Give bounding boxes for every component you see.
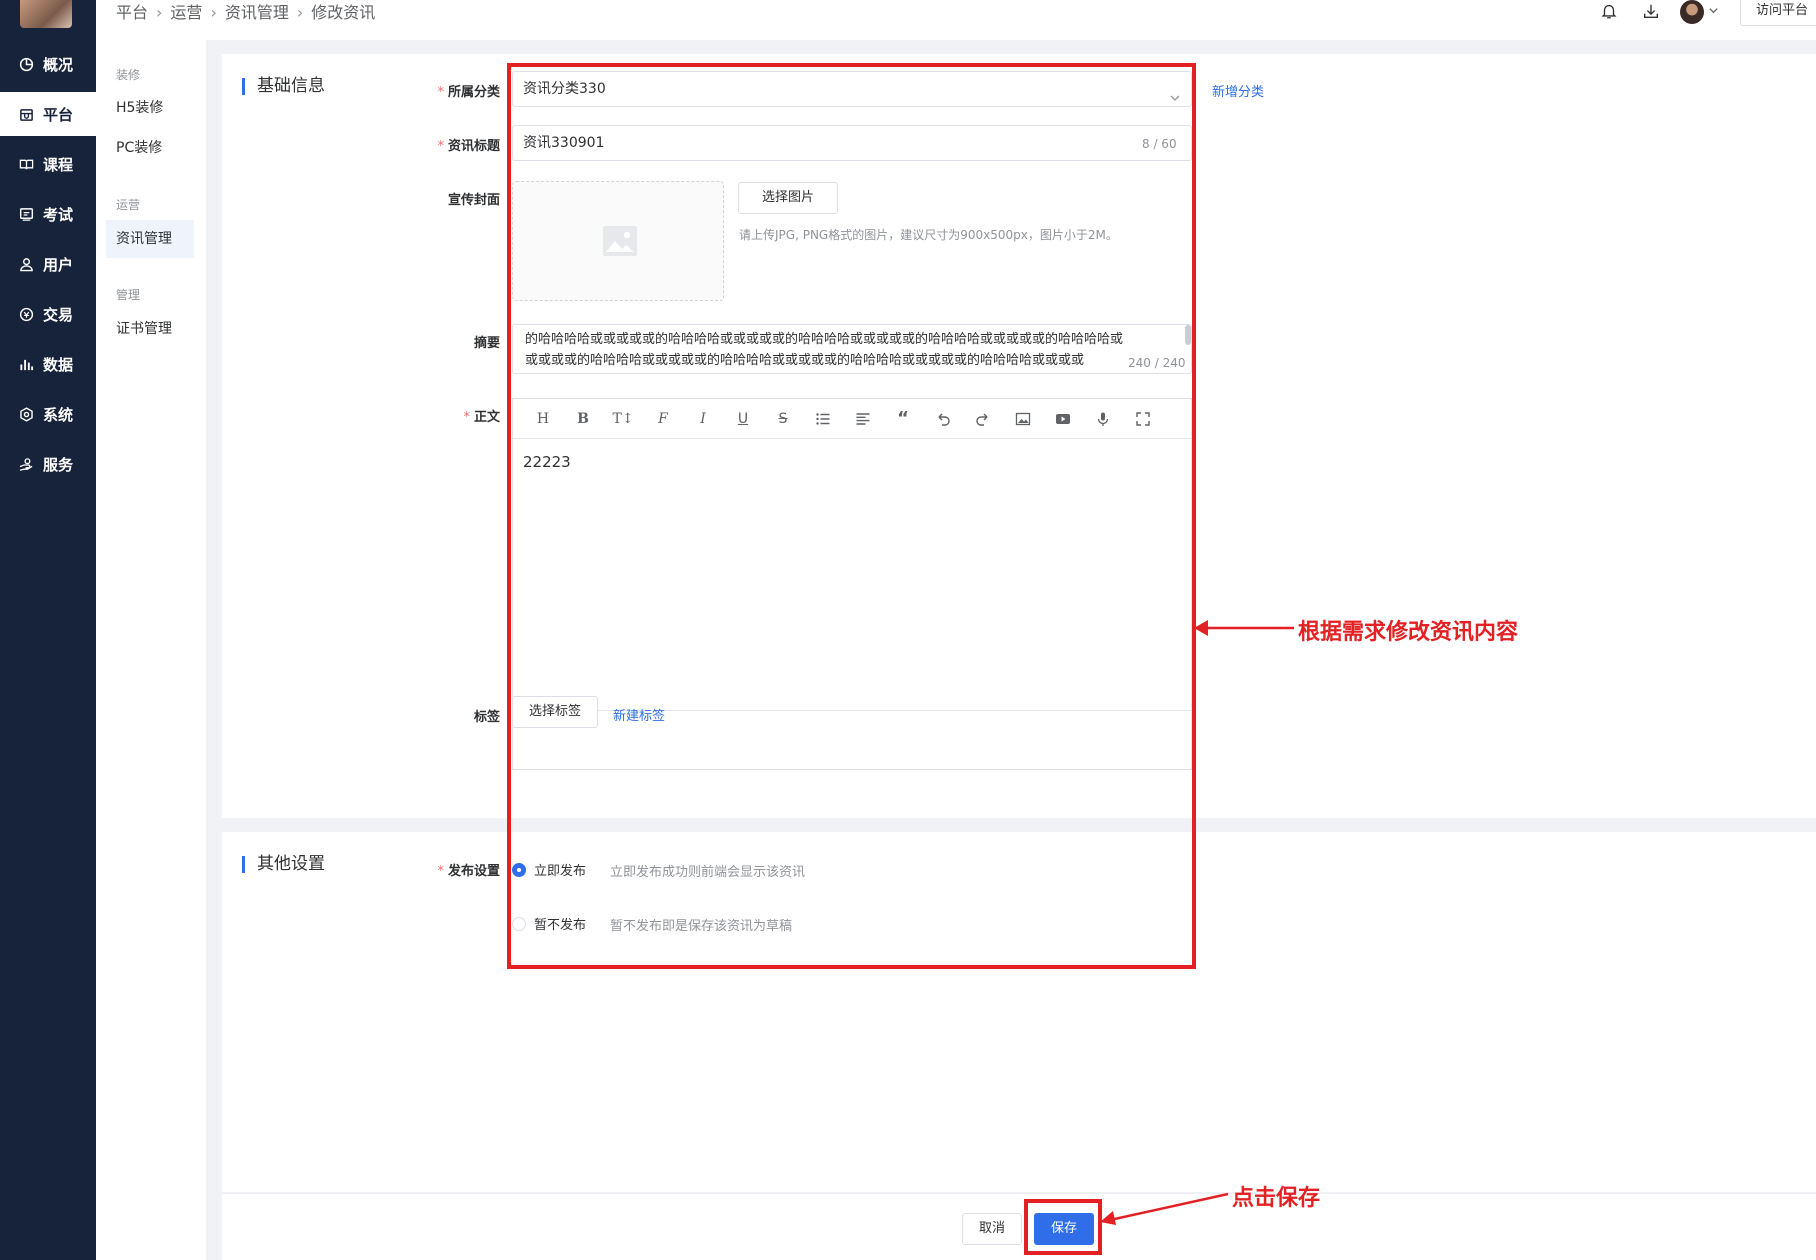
nav-item-exam[interactable]: 考试 (0, 192, 96, 236)
bar-chart-icon (18, 356, 34, 372)
nav-label: 数据 (43, 355, 74, 374)
logo (20, 0, 72, 28)
breadcrumb-item[interactable]: 运营 (170, 0, 202, 28)
service-icon (18, 456, 34, 472)
nav-label: 课程 (43, 155, 74, 174)
book-icon (18, 156, 34, 172)
nav-label: 考试 (43, 205, 74, 224)
sub-group-title: 管理 (116, 288, 141, 302)
summary-label: 摘要 (473, 336, 500, 351)
breadcrumb-separator: › (156, 3, 163, 22)
tags-label: 标签 (473, 710, 500, 725)
gear-icon (18, 406, 34, 422)
annotation-highlight-box (507, 63, 1196, 969)
section-title: 其他设置 (242, 856, 325, 873)
sub-item-news[interactable]: 资讯管理 (106, 220, 194, 258)
publish-label: * 发布设置 (437, 864, 500, 879)
section-title: 基础信息 (242, 78, 325, 95)
bell-icon[interactable] (1600, 2, 1620, 22)
sub-item-certificate[interactable]: 证书管理 (106, 310, 194, 348)
nav-item-system[interactable]: 系统 (0, 392, 96, 436)
annotation-arrow (1100, 1192, 1229, 1225)
annotation-save-box (1024, 1199, 1102, 1255)
nav-item-data[interactable]: 数据 (0, 342, 96, 386)
body-label: * 正文 (463, 410, 500, 425)
nav-label: 用户 (43, 255, 74, 274)
nav-label: 平台 (43, 105, 74, 124)
breadcrumb-item: 修改资讯 (311, 3, 376, 22)
nav-item-user[interactable]: 用户 (0, 242, 96, 286)
nav-item-platform[interactable]: 平台 (0, 92, 96, 136)
cover-label: 宣传封面 (447, 193, 500, 208)
nav-item-trade[interactable]: 交易 (0, 292, 96, 336)
pie-chart-icon (18, 56, 34, 72)
store-icon (18, 106, 34, 122)
nav-label: 概况 (43, 55, 74, 74)
nav-label: 系统 (43, 405, 74, 424)
form-footer: 取消 保存 (222, 1193, 1816, 1260)
breadcrumb-item[interactable]: 平台 (116, 0, 148, 28)
annotation-content-note: 根据需求修改资讯内容 (1298, 619, 1519, 645)
title-label: * 资讯标题 (437, 139, 500, 154)
breadcrumb-item[interactable]: 资讯管理 (225, 0, 289, 28)
breadcrumb-separator: › (296, 3, 304, 22)
sub-item-h5[interactable]: H5装修 (106, 89, 194, 127)
visit-platform-button[interactable]: 访问平台 (1740, 0, 1816, 26)
avatar[interactable] (1680, 0, 1704, 24)
exam-icon (18, 206, 34, 222)
user-icon (18, 256, 34, 272)
sub-item-pc[interactable]: PC装修 (106, 129, 194, 167)
cancel-button[interactable]: 取消 (962, 1213, 1022, 1245)
sub-group-title: 运营 (116, 198, 141, 212)
nav-label: 服务 (43, 455, 74, 474)
breadcrumb-separator: › (210, 3, 217, 22)
breadcrumb: 平台 › 运营 › 资讯管理 › 修改资讯 (116, 0, 375, 28)
secondary-sidebar: 装修 H5装修 PC装修 运营 资讯管理 管理 证书管理 (96, 40, 206, 1260)
nav-item-service[interactable]: 服务 (0, 442, 96, 486)
category-label: * 所属分类 (437, 85, 500, 100)
top-header: 平台 › 运营 › 资讯管理 › 修改资讯 访问平台 (96, 0, 1816, 40)
annotation-save-note: 点击保存 (1232, 1185, 1321, 1211)
sub-group-title: 装修 (116, 68, 141, 82)
nav-item-course[interactable]: 课程 (0, 142, 96, 186)
annotation-arrow (1194, 620, 1294, 636)
nav-item-overview[interactable]: 概况 (0, 42, 96, 86)
nav-label: 交易 (43, 305, 74, 324)
add-category-link[interactable]: 新增分类 (1212, 81, 1264, 100)
main-nav: 概况 平台 课程 考试 用户 交易 数据 系统 服务 (0, 0, 96, 1260)
download-icon[interactable] (1642, 2, 1662, 22)
exchange-icon (18, 306, 34, 322)
chevron-down-icon[interactable] (1708, 4, 1728, 24)
